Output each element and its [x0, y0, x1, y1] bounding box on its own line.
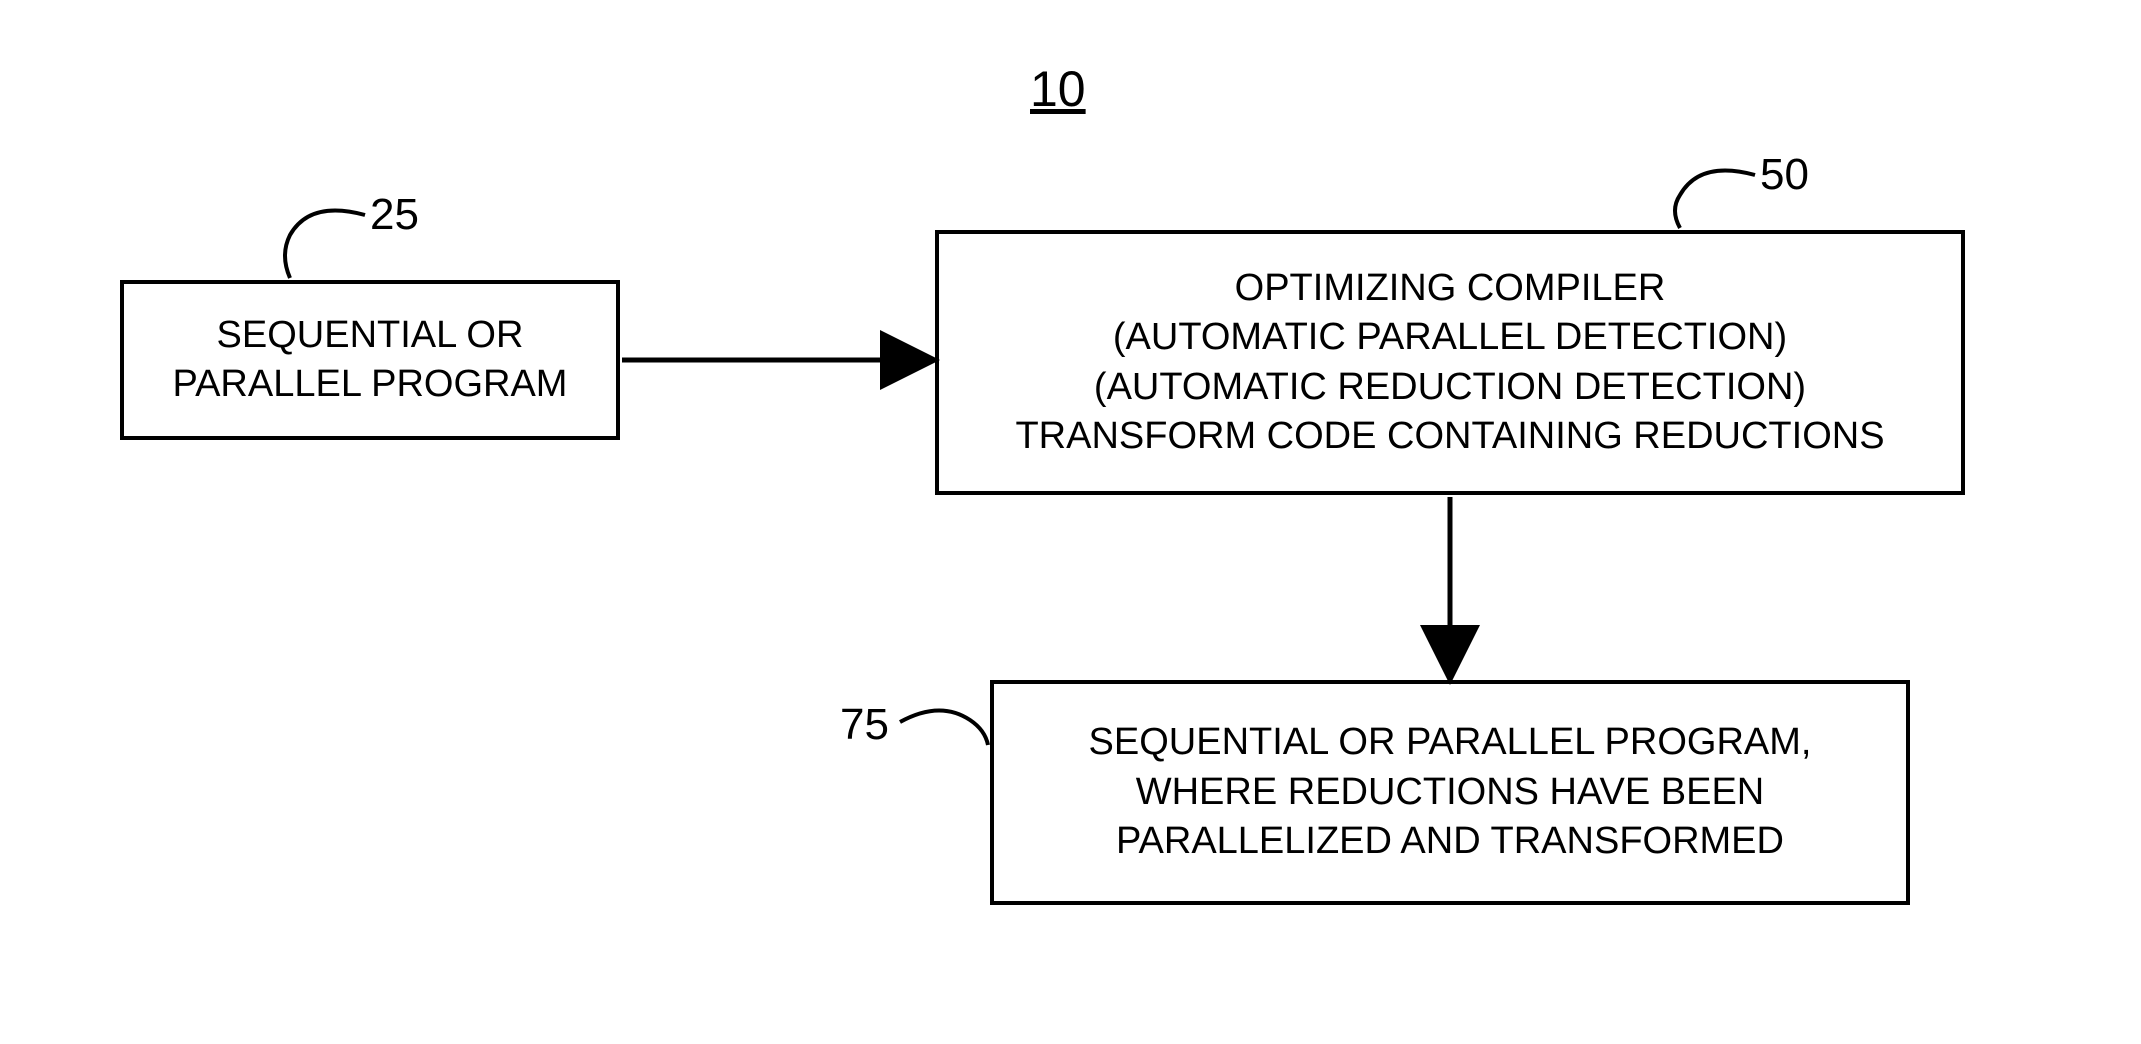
figure-number: 10 [1030, 60, 1086, 118]
text-line: PARALLEL PROGRAM [173, 360, 568, 409]
box-input-program-text: SEQUENTIAL OR PARALLEL PROGRAM [173, 311, 568, 410]
text-line: TRANSFORM CODE CONTAINING REDUCTIONS [1015, 412, 1884, 461]
label-75: 75 [840, 700, 889, 750]
label-25: 25 [370, 190, 419, 240]
box-optimizing-compiler: OPTIMIZING COMPILER (AUTOMATIC PARALLEL … [935, 230, 1965, 495]
text-line: SEQUENTIAL OR [173, 311, 568, 360]
box-compiler-text: OPTIMIZING COMPILER (AUTOMATIC PARALLEL … [1015, 264, 1884, 462]
leader-50 [1675, 171, 1755, 229]
label-50: 50 [1760, 150, 1809, 200]
box-output-program: SEQUENTIAL OR PARALLEL PROGRAM, WHERE RE… [990, 680, 1910, 905]
diagram-canvas: 10 SEQUENTIAL OR PARALLEL PROGRAM 25 OPT… [0, 0, 2141, 1044]
text-line: PARALLELIZED AND TRANSFORMED [1089, 817, 1812, 866]
leader-25 [285, 211, 365, 279]
leader-75 [900, 710, 988, 745]
text-line: (AUTOMATIC PARALLEL DETECTION) [1015, 313, 1884, 362]
text-line: SEQUENTIAL OR PARALLEL PROGRAM, [1089, 718, 1812, 767]
text-line: (AUTOMATIC REDUCTION DETECTION) [1015, 363, 1884, 412]
box-output-text: SEQUENTIAL OR PARALLEL PROGRAM, WHERE RE… [1089, 718, 1812, 866]
box-input-program: SEQUENTIAL OR PARALLEL PROGRAM [120, 280, 620, 440]
text-line: WHERE REDUCTIONS HAVE BEEN [1089, 768, 1812, 817]
text-line: OPTIMIZING COMPILER [1015, 264, 1884, 313]
